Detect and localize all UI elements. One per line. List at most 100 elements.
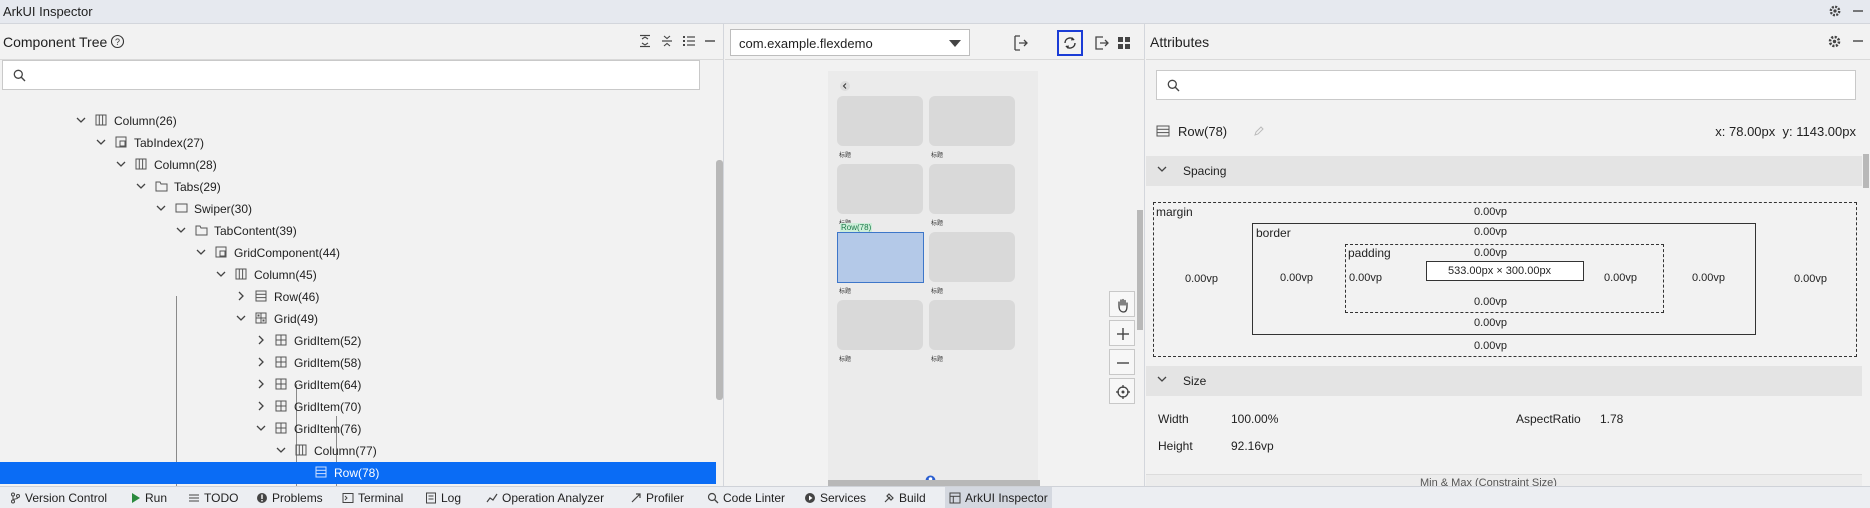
chevron-down-icon[interactable] (136, 181, 146, 191)
selected-grid-item-tile[interactable] (837, 232, 924, 283)
chevron-right-icon[interactable] (256, 335, 266, 345)
tree-node[interactable]: TabContent(39) (0, 220, 716, 242)
chevron-down-icon[interactable] (236, 313, 246, 323)
tree-node[interactable]: Column(28) (0, 154, 716, 176)
tool-tab-log[interactable]: Log (421, 487, 465, 508)
tree-node[interactable]: TabIndex(27) (0, 132, 716, 154)
padding-bottom-value[interactable]: 0.00vp (1474, 296, 1507, 308)
tree-search-input[interactable] (33, 65, 533, 85)
chevron-right-icon[interactable] (256, 379, 266, 389)
tree-node-label: Tabs(29) (174, 180, 221, 194)
zoom-out-button[interactable] (1109, 349, 1135, 375)
device-preview[interactable]: 标题 标题 标题 标题 Row(78) 标题 标题 标题 标题 首页 (828, 71, 1038, 496)
tool-tab-terminal[interactable]: Terminal (338, 487, 407, 508)
chevron-down-icon[interactable] (276, 445, 286, 455)
tree-node[interactable]: Row(46) (0, 286, 716, 308)
tool-tab-operation-analyzer[interactable]: Operation Analyzer (482, 487, 608, 508)
tree-scrollbar[interactable] (716, 160, 723, 400)
settings-gear-icon[interactable] (1828, 4, 1842, 18)
chevron-right-icon[interactable] (256, 401, 266, 411)
layout-grid-button[interactable] (1111, 30, 1137, 56)
settings-gear-icon[interactable] (1827, 34, 1842, 49)
chevron-right-icon[interactable] (236, 291, 246, 301)
grid-item-tile[interactable] (929, 164, 1015, 214)
pan-tool-button[interactable] (1109, 291, 1135, 317)
tool-tab-build[interactable]: Build (879, 487, 930, 508)
chevron-down-icon[interactable] (76, 115, 86, 125)
tool-tab-services[interactable]: Services (800, 487, 870, 508)
device-select[interactable]: com.example.flexdemo (730, 29, 970, 56)
attributes-search-input[interactable] (1187, 75, 1687, 95)
tool-tab-version-control[interactable]: Version Control (6, 487, 111, 508)
margin-left-value[interactable]: 0.00vp (1185, 273, 1218, 285)
collapse-all-icon[interactable] (660, 34, 674, 48)
edit-pencil-icon[interactable] (1254, 126, 1264, 136)
minimize-icon[interactable] (1852, 4, 1864, 18)
tree-node[interactable]: Grid(49) (0, 308, 716, 330)
expand-all-icon[interactable] (638, 34, 652, 48)
grid-item-tile[interactable] (837, 96, 923, 146)
tree-search-box[interactable] (2, 60, 700, 90)
tool-tab-todo[interactable]: TODO (184, 487, 242, 508)
grid-item-tile[interactable] (929, 232, 1015, 282)
tool-tab-profiler[interactable]: Profiler (626, 487, 688, 508)
margin-bottom-value[interactable]: 0.00vp (1474, 340, 1507, 352)
border-bottom-value[interactable]: 0.00vp (1474, 317, 1507, 329)
minimize-icon[interactable] (1852, 34, 1864, 48)
aspect-ratio-value[interactable]: 1.78 (1600, 412, 1623, 426)
center-view-button[interactable] (1109, 378, 1135, 404)
border-left-value[interactable]: 0.00vp (1280, 272, 1313, 284)
chevron-right-icon[interactable] (256, 357, 266, 367)
spacing-section-header[interactable]: Spacing (1146, 156, 1862, 186)
zoom-in-button[interactable] (1109, 320, 1135, 346)
tree-node[interactable]: Column(77) (0, 440, 716, 462)
tool-tab-code-linter[interactable]: Code Linter (703, 487, 789, 508)
help-icon[interactable]: ? (110, 34, 125, 49)
selected-component-tag: Row(78) (840, 223, 873, 232)
tree-node[interactable]: Column(26) (0, 110, 716, 132)
margin-top-value[interactable]: 0.00vp (1474, 206, 1507, 218)
refresh-button[interactable] (1057, 30, 1083, 56)
attributes-search-box[interactable] (1156, 70, 1856, 100)
chevron-down-icon[interactable] (256, 423, 266, 433)
back-arrow-icon[interactable] (840, 81, 850, 91)
tree-node[interactable]: Swiper(30) (0, 198, 716, 220)
padding-top-value[interactable]: 0.00vp (1474, 247, 1507, 259)
width-value[interactable]: 100.00% (1231, 412, 1278, 426)
tree-node[interactable]: Column(45) (0, 264, 716, 286)
chevron-down-icon[interactable] (176, 225, 186, 235)
grid-item-tile[interactable] (929, 96, 1015, 146)
chevron-down-icon[interactable] (96, 137, 106, 147)
tool-tab-problems[interactable]: Problems (252, 487, 327, 508)
padding-left-value[interactable]: 0.00vp (1349, 272, 1382, 284)
tree-node[interactable]: GridItem(58) (0, 352, 716, 374)
tree-node[interactable]: GridItem(76) (0, 418, 716, 440)
grid-item-tile[interactable] (837, 164, 923, 214)
tool-tab-run[interactable]: Run (127, 487, 171, 508)
margin-right-value[interactable]: 0.00vp (1794, 273, 1827, 285)
minmax-section-header[interactable]: Min & Max (Constraint Size) (1146, 474, 1862, 486)
tree-node-selected[interactable]: Row(78) (0, 462, 716, 484)
chevron-down-icon[interactable] (116, 159, 126, 169)
grid-item-tile[interactable] (929, 300, 1015, 350)
grid-item-tile[interactable] (837, 300, 923, 350)
connect-button[interactable] (1007, 30, 1033, 56)
chevron-down-icon[interactable] (156, 203, 166, 213)
size-section-header[interactable]: Size (1146, 366, 1862, 396)
chevron-down-icon[interactable] (216, 269, 226, 279)
tree-node[interactable]: Tabs(29) (0, 176, 716, 198)
chevron-down-icon[interactable] (196, 247, 206, 257)
attributes-scrollbar[interactable] (1863, 154, 1869, 188)
height-value[interactable]: 92.16vp (1231, 439, 1274, 453)
tree-node[interactable]: GridComponent(44) (0, 242, 716, 264)
border-top-value[interactable]: 0.00vp (1474, 226, 1507, 238)
tree-node[interactable]: GridItem(52) (0, 330, 716, 352)
minimize-icon[interactable] (704, 34, 716, 48)
tool-tab-arkui-inspector[interactable]: ArkUI Inspector (945, 487, 1052, 508)
preview-vertical-scrollbar[interactable] (1137, 210, 1143, 330)
list-view-icon[interactable] (682, 34, 696, 48)
padding-right-value[interactable]: 0.00vp (1604, 272, 1637, 284)
tree-node[interactable]: GridItem(64) (0, 374, 716, 396)
border-right-value[interactable]: 0.00vp (1692, 272, 1725, 284)
tree-node[interactable]: GridItem(70) (0, 396, 716, 418)
